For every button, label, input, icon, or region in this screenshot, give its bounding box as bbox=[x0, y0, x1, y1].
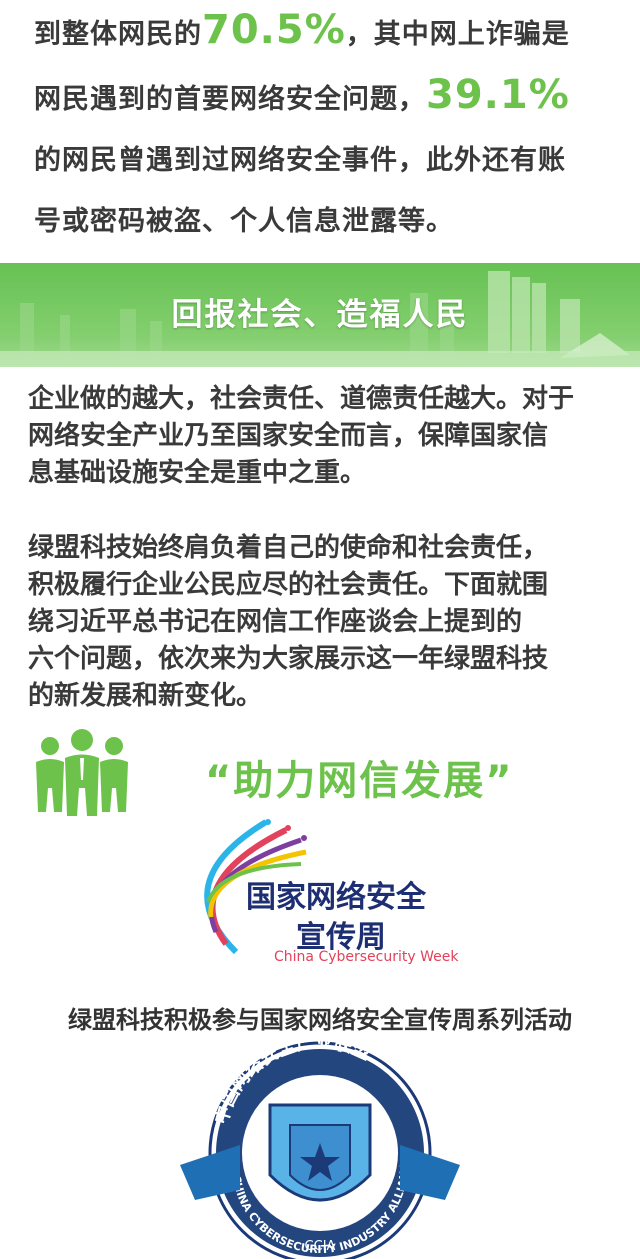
banner-title: 回报社会、造福人民 bbox=[171, 297, 469, 333]
ccia-logo: 中国网络安全产业联盟 CHINA CYBERSECURITY INDUSTRY … bbox=[180, 1025, 460, 1259]
intro-line-3: 的网民曾遇到过网络安全事件，此外还有账 bbox=[34, 145, 566, 176]
cyberweek-english: China Cybersecurity Week bbox=[274, 949, 459, 965]
intro-line-1: 到整体网民的70.5%，其中网上诈骗是 bbox=[34, 7, 570, 53]
paragraph-line: 六个问题，依次来为大家展示这一年绿盟科技 bbox=[28, 644, 549, 674]
cyberweek-title: 国家网络安全 bbox=[246, 880, 426, 915]
paragraph-line: 积极履行企业公民应尽的社会责任。下面就围 bbox=[28, 570, 549, 600]
paragraph-line: 息基础设施安全是重中之重。 bbox=[28, 458, 367, 488]
intro-line-2: 网民遇到的首要网络安全问题，39.1% bbox=[34, 72, 570, 118]
paragraph-1: 企业做的越大，社会责任、道德责任越大。对于 网络安全产业乃至国家安全而言，保障国… bbox=[28, 381, 628, 492]
section-banner: 回报社会、造福人民 bbox=[0, 263, 640, 367]
highlight-percent: 70.5% bbox=[202, 7, 346, 53]
section-slogan: “助力网信发展” bbox=[205, 758, 514, 804]
intro-line-4: 号或密码被盗、个人信息泄露等。 bbox=[34, 206, 454, 237]
paragraph-line: 的新发展和新变化。 bbox=[28, 681, 263, 711]
paragraph-line: 网络安全产业乃至国家安全而言，保障国家信 bbox=[28, 421, 549, 451]
paragraph-2: 绿盟科技始终肩负着自己的使命和社会责任， 积极履行企业公民应尽的社会责任。下面就… bbox=[28, 530, 628, 715]
paragraph-line: 绕习近平总书记在网信工作座谈会上提到的 bbox=[28, 607, 523, 637]
paragraph-line: 企业做的越大，社会责任、道德责任越大。对于 bbox=[28, 384, 575, 414]
paragraph-line: 绿盟科技始终肩负着自己的使命和社会责任， bbox=[28, 533, 549, 563]
highlight-percent: 39.1% bbox=[426, 72, 570, 118]
cybersecurity-week-logo: 国家网络安全 宣传周 China Cybersecurity Week bbox=[176, 812, 466, 965]
ccia-abbr: CCIA bbox=[305, 1239, 336, 1254]
intro-text: 到整体网民的70.5%，其中网上诈骗是 网民遇到的首要网络安全问题，39.1% … bbox=[34, 0, 624, 252]
people-group-icon bbox=[36, 729, 128, 816]
